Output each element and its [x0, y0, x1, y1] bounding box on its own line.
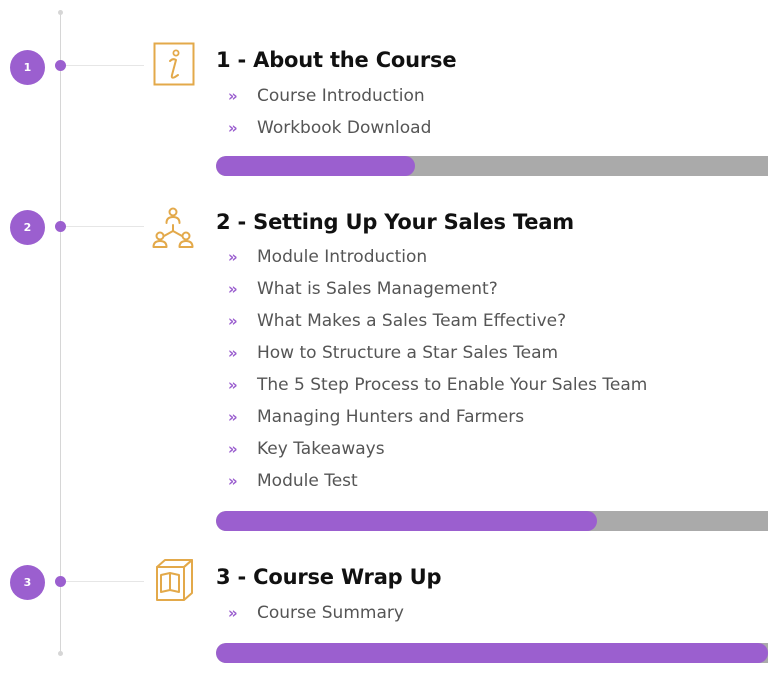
module-title[interactable]: 3 - Course Wrap Up: [216, 565, 442, 589]
timeline-node: [55, 60, 66, 71]
lesson-item[interactable]: » What Makes a Sales Team Effective?: [228, 305, 647, 337]
chevron-double-right-icon: »: [228, 280, 238, 298]
lesson-item[interactable]: » Key Takeaways: [228, 433, 647, 465]
chevron-double-right-icon: »: [228, 472, 238, 490]
progress-fill: [216, 156, 415, 176]
chevron-double-right-icon: »: [228, 440, 238, 458]
progress-bar: [216, 643, 768, 663]
lesson-item[interactable]: » What is Sales Management?: [228, 273, 647, 305]
connector-line: [66, 65, 144, 66]
lesson-label: What is Sales Management?: [257, 279, 498, 299]
step-badge: 2: [10, 210, 45, 245]
timeline-end-cap: [58, 651, 63, 656]
step-badge: 3: [10, 565, 45, 600]
lesson-item[interactable]: » Course Introduction: [228, 80, 431, 112]
lesson-label: Workbook Download: [257, 118, 432, 138]
progress-fill: [216, 511, 597, 531]
module-title[interactable]: 2 - Setting Up Your Sales Team: [216, 210, 574, 234]
timeline-node: [55, 221, 66, 232]
module-title[interactable]: 1 - About the Course: [216, 48, 457, 72]
chevron-double-right-icon: »: [228, 119, 238, 137]
chevron-double-right-icon: »: [228, 87, 238, 105]
team-hierarchy-icon: [151, 206, 195, 254]
lesson-label: Course Introduction: [257, 86, 425, 106]
chevron-double-right-icon: »: [228, 376, 238, 394]
book-box-icon: [152, 557, 196, 607]
lesson-list: » Course Summary: [228, 597, 404, 629]
chevron-double-right-icon: »: [228, 312, 238, 330]
lesson-item[interactable]: » How to Structure a Star Sales Team: [228, 337, 647, 369]
progress-fill: [216, 643, 768, 663]
connector-line: [66, 581, 144, 582]
lesson-item[interactable]: » Module Test: [228, 465, 647, 497]
lesson-list: » Module Introduction » What is Sales Mana…: [228, 241, 647, 497]
timeline-line: [60, 12, 61, 654]
lesson-label: Key Takeaways: [257, 439, 385, 459]
chevron-double-right-icon: »: [228, 604, 238, 622]
connector-line: [66, 226, 144, 227]
lesson-label: Module Test: [257, 471, 358, 491]
lesson-label: What Makes a Sales Team Effective?: [257, 311, 567, 331]
progress-bar: [216, 156, 768, 176]
lesson-item[interactable]: » Managing Hunters and Farmers: [228, 401, 647, 433]
timeline-start-cap: [58, 10, 63, 15]
lesson-label: Course Summary: [257, 603, 404, 623]
chevron-double-right-icon: »: [228, 248, 238, 266]
lesson-label: Module Introduction: [257, 247, 428, 267]
lesson-label: How to Structure a Star Sales Team: [257, 343, 559, 363]
chevron-double-right-icon: »: [228, 344, 238, 362]
lesson-item[interactable]: » Course Summary: [228, 597, 404, 629]
chevron-double-right-icon: »: [228, 408, 238, 426]
lesson-item[interactable]: » Workbook Download: [228, 112, 431, 144]
timeline-node: [55, 576, 66, 587]
step-badge: 1: [10, 50, 45, 85]
lesson-label: The 5 Step Process to Enable Your Sales …: [257, 375, 648, 395]
lesson-item[interactable]: » The 5 Step Process to Enable Your Sales…: [228, 369, 647, 401]
progress-bar: [216, 511, 768, 531]
info-icon: [153, 42, 195, 90]
lesson-label: Managing Hunters and Farmers: [257, 407, 525, 427]
lesson-item[interactable]: » Module Introduction: [228, 241, 647, 273]
lesson-list: » Course Introduction » Workbook Download: [228, 80, 431, 144]
